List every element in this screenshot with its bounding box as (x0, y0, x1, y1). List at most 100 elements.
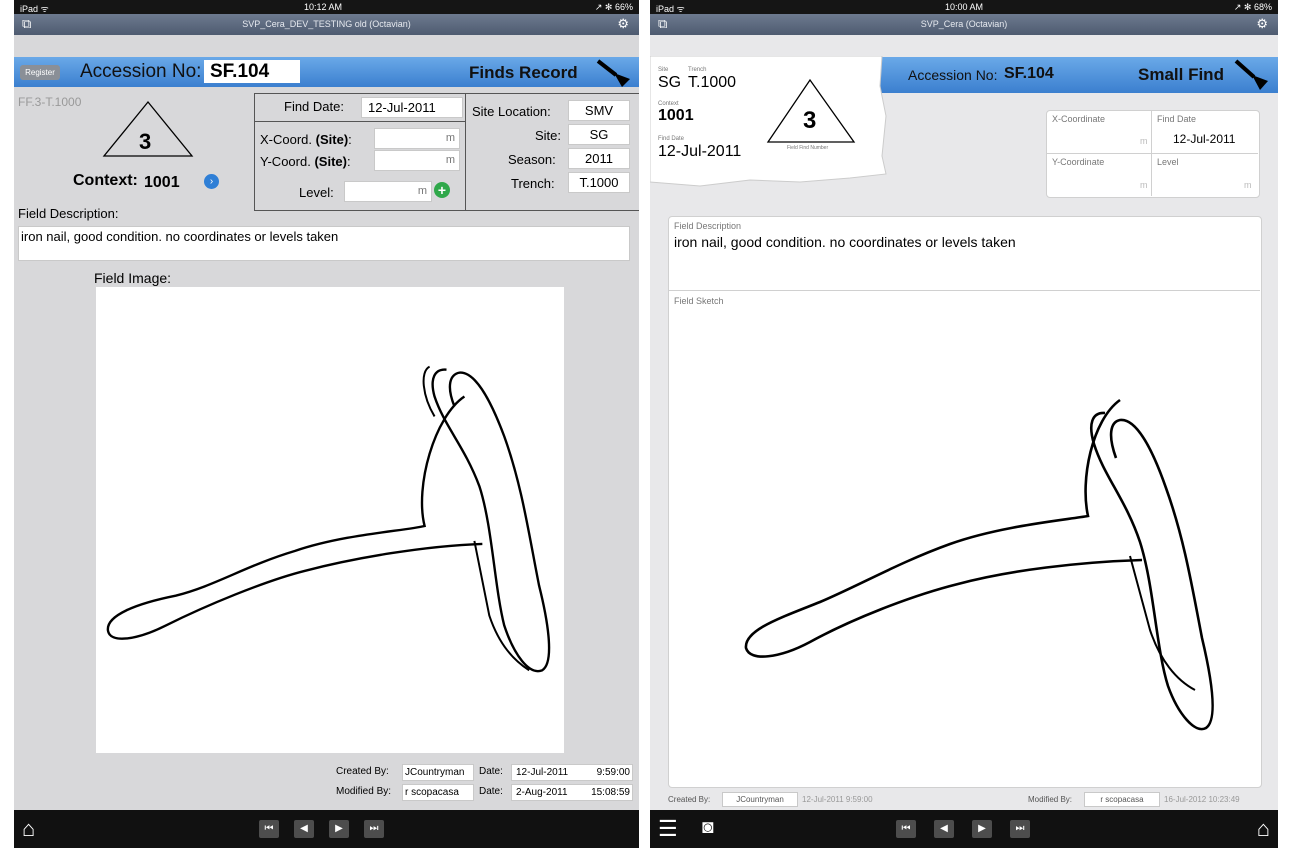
trench-label: Trench: (511, 176, 555, 191)
last-record-icon[interactable]: ⏭ (1010, 820, 1030, 838)
tag-find-date-label: Find Date (658, 136, 685, 142)
y-coord-input[interactable]: m (374, 150, 460, 171)
x-coordinate-label: X-Coordinate (1052, 114, 1106, 124)
modified-stamp: 16-Jul-2012 10:23:49 (1164, 795, 1240, 804)
field-find-number-label: Field Find Number (787, 145, 829, 151)
created-by-value: JCountryman (722, 792, 798, 807)
context-value[interactable]: 1001 (144, 174, 180, 192)
field-description-label: Field Description: (18, 206, 119, 221)
battery-indicator: ↗ ✻ 66% (594, 2, 633, 12)
record-title: Finds Record (469, 63, 578, 82)
find-date-value[interactable]: 12-Jul-2011 (1173, 132, 1235, 146)
tag-trench-value: T.1000 (688, 74, 737, 91)
add-level-icon[interactable]: + (434, 182, 450, 198)
record-header: Register Accession No: SF.104 Finds Reco… (14, 57, 639, 87)
tag-find-date-value: 12-Jul-2011 (658, 143, 742, 160)
site-value[interactable]: SG (568, 124, 630, 145)
created-stamp: 12-Jul-2011 9:59:00 (802, 795, 873, 804)
last-record-icon[interactable]: ⏭ (364, 820, 384, 838)
y-coord-label: Y-Coord. (Site): (260, 154, 351, 169)
trench-value[interactable]: T.1000 (568, 172, 630, 193)
field-image-canvas[interactable] (96, 287, 564, 753)
grid-divider (1046, 153, 1258, 154)
field-find-number: 3 (803, 107, 817, 134)
right-screen: iPad ᯤ 10:00 AM ↗ ✻ 68% ⧉ SVP_Cera (Octa… (650, 0, 1278, 848)
find-date-label: Find Date (1157, 114, 1197, 124)
find-date-label: Find Date: (284, 99, 344, 114)
next-record-icon[interactable]: ▶ (329, 820, 349, 838)
windows-icon[interactable]: ⧉ (658, 16, 667, 32)
accession-value[interactable]: SF.104 (204, 60, 300, 83)
field-description-input[interactable]: iron nail, good condition. no coordinate… (674, 234, 1016, 250)
ff-code: FF.3-T.1000 (18, 95, 82, 109)
level-label: Level (1157, 157, 1179, 167)
modified-by-value: r scopacasa (1084, 792, 1160, 807)
accession-label: Accession No: (80, 61, 202, 82)
created-date-value: 12-Jul-2011 9:59:00 (511, 764, 633, 781)
modified-date-label: Date: (479, 786, 503, 797)
x-coordinate-unit[interactable]: m (1140, 136, 1148, 146)
register-button[interactable]: Register (20, 65, 60, 80)
list-icon[interactable]: ☰ (658, 816, 678, 842)
x-coord-input[interactable]: m (374, 128, 460, 149)
modified-by-value: r scopacasa (402, 784, 474, 801)
field-find-number: 3 (139, 129, 152, 154)
level-unit[interactable]: m (1244, 180, 1252, 190)
left-screen: iPad ᯤ 10:12 AM ↗ ✻ 66% ⧉ SVP_Cera_DEV_T… (14, 0, 639, 848)
modified-by-label: Modified By: (336, 786, 392, 797)
status-bar: iPad ᯤ 10:00 AM ↗ ✻ 68% (650, 0, 1278, 14)
previous-record-icon[interactable]: ◀ (934, 820, 954, 838)
modified-by-label: Modified By: (1028, 795, 1073, 804)
first-record-icon[interactable]: ⏮ (259, 820, 279, 838)
clock: 10:00 AM (945, 2, 984, 12)
trowel-icon (1234, 59, 1268, 90)
tag-context-value: 1001 (658, 107, 694, 124)
gear-icon[interactable]: ⚙ (617, 16, 629, 32)
bottom-toolbar: ⌂ ⏮ ◀ ▶ ⏭ (14, 810, 639, 848)
created-date-label: Date: (479, 766, 503, 777)
field-sketch-canvas[interactable] (710, 330, 1250, 770)
trowel-icon (596, 59, 630, 87)
camera-icon[interactable]: ◙ (702, 817, 713, 839)
field-sketch-label: Field Sketch (674, 296, 724, 306)
y-coordinate-unit[interactable]: m (1140, 180, 1148, 190)
nail-sketch (744, 398, 1214, 731)
level-input[interactable]: m (344, 181, 432, 202)
field-description-label: Field Description (674, 221, 742, 231)
site-label: Site: (535, 128, 562, 143)
home-icon[interactable]: ⌂ (1257, 816, 1270, 842)
bottom-toolbar: ☰ ◙ ⏮ ◀ ▶ ⏭ ⌂ (650, 810, 1278, 848)
context-info-button[interactable]: › (204, 174, 219, 189)
accession-value: SF.104 (1004, 65, 1054, 82)
tag-site-label: Site (658, 67, 669, 73)
gear-icon[interactable]: ⚙ (1256, 16, 1268, 32)
window-title: SVP_Cera_DEV_TESTING old (Octavian) (242, 19, 411, 29)
window-title-bar: ⧉ SVP_Cera (Octavian) ⚙ (650, 14, 1278, 35)
nail-sketch (106, 365, 551, 673)
record-title: Small Find (1138, 65, 1224, 84)
section-divider (668, 290, 1260, 291)
created-by-value: JCountryman (402, 764, 474, 781)
first-record-icon[interactable]: ⏮ (896, 820, 916, 838)
next-record-icon[interactable]: ▶ (972, 820, 992, 838)
created-by-label: Created By: (336, 766, 389, 777)
level-label: Level: (299, 185, 334, 200)
context-label: Context: (73, 172, 138, 189)
previous-record-icon[interactable]: ◀ (294, 820, 314, 838)
windows-icon[interactable]: ⧉ (22, 16, 31, 32)
modified-date-value: 2-Aug-2011 15:08:59 (511, 784, 633, 801)
field-description-input[interactable]: iron nail, good condition. no coordinate… (18, 226, 630, 261)
site-location-label: Site Location: (472, 104, 551, 119)
home-icon[interactable]: ⌂ (22, 816, 35, 842)
battery-indicator: ↗ ✻ 68% (1233, 2, 1272, 12)
find-date-value[interactable]: 12-Jul-2011 (361, 97, 463, 118)
y-coordinate-label: Y-Coordinate (1052, 157, 1105, 167)
season-value[interactable]: 2011 (568, 148, 630, 169)
x-coord-label: X-Coord. (Site): (260, 132, 352, 147)
site-location-value[interactable]: SMV (568, 100, 630, 121)
tag-site-value: SG (658, 74, 682, 91)
window-title-bar: ⧉ SVP_Cera_DEV_TESTING old (Octavian) ⚙ (14, 14, 639, 35)
season-label: Season: (508, 152, 556, 167)
clock: 10:12 AM (304, 2, 343, 12)
accession-label: Accession No: (908, 67, 998, 83)
